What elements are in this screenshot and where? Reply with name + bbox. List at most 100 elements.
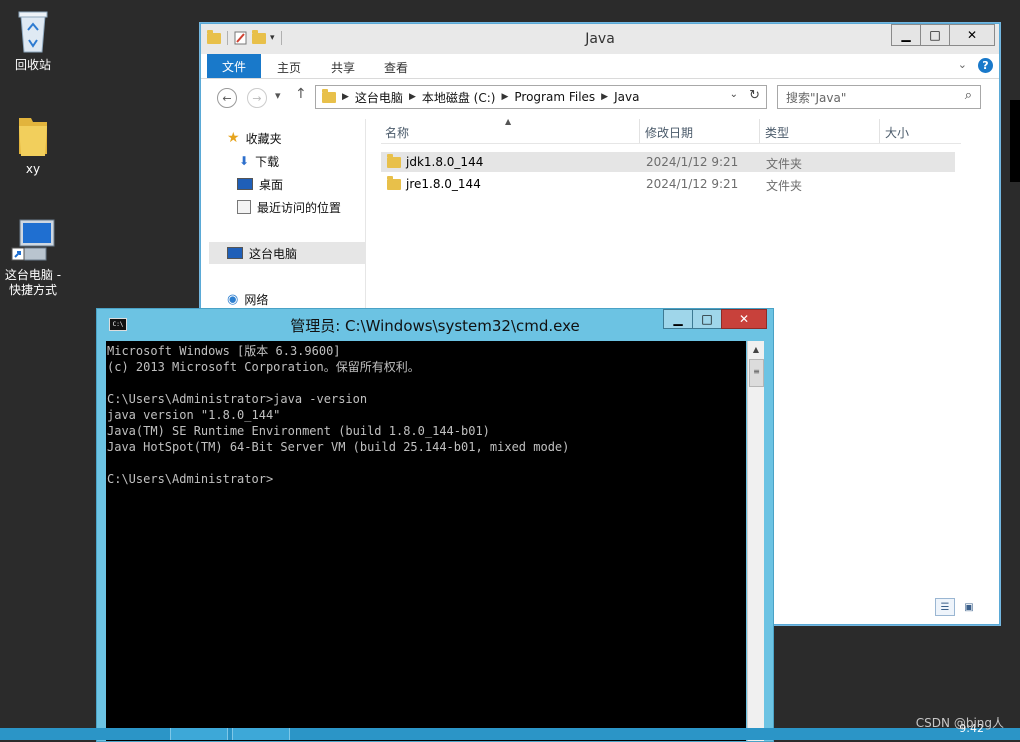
window-controls: ▁ □ ✕	[891, 24, 995, 46]
tab-share[interactable]: 共享	[331, 59, 355, 76]
desktop-icon-label: 这台电脑 - 快捷方式	[4, 268, 62, 297]
column-header-type[interactable]: 类型	[765, 124, 789, 141]
nav-item-label: 下载	[255, 154, 280, 169]
nav-item-network[interactable]: ◉ 网络	[227, 288, 268, 310]
refresh-icon[interactable]: ↻	[749, 88, 760, 103]
desktop-icon-label: xy	[25, 162, 41, 176]
nav-item-label: 收藏夹	[245, 131, 282, 146]
file-row[interactable]: jre1.8.0_144 2024/1/12 9:21 文件夹	[381, 174, 955, 194]
expand-ribbon-icon[interactable]: ⌄	[958, 58, 967, 71]
console-scrollbar[interactable]: ▲ ≡	[747, 341, 764, 741]
file-name: jdk1.8.0_144	[406, 155, 484, 169]
file-name: jre1.8.0_144	[406, 177, 481, 191]
nav-item-label: 桌面	[259, 177, 284, 192]
breadcrumb-this-pc[interactable]: 这台电脑	[355, 89, 403, 106]
console-line: C:\Users\Administrator>java -version	[107, 392, 368, 406]
desktop-icon-this-pc-shortcut[interactable]: 这台电脑 - 快捷方式	[0, 218, 68, 298]
explorer-titlebar[interactable]: ▾ Java ▁ □ ✕	[201, 24, 999, 54]
nav-item-favorites[interactable]: ★ 收藏夹	[227, 127, 282, 149]
ribbon-tabs: 文件 主页 共享 查看 ⌄ ?	[201, 54, 999, 79]
start-button[interactable]	[56, 728, 74, 740]
forward-button[interactable]: →	[247, 88, 267, 108]
maximize-button[interactable]: □	[920, 24, 950, 46]
arrow-right-icon: →	[252, 91, 262, 105]
console-output[interactable]: Microsoft Windows [版本 6.3.9600] (c) 2013…	[106, 341, 746, 741]
console-line: java version "1.8.0_144"	[107, 408, 281, 422]
folder-icon	[322, 88, 336, 103]
taskbar-explorer[interactable]	[170, 728, 228, 740]
back-button[interactable]: ←	[217, 88, 237, 108]
folder-icon	[387, 176, 401, 190]
tab-view[interactable]: 查看	[384, 59, 408, 76]
tab-file[interactable]: 文件	[207, 54, 261, 78]
details-view-icon[interactable]: ☰	[935, 598, 955, 616]
scroll-up-icon[interactable]: ▲	[748, 341, 764, 357]
column-header-size[interactable]: 大小	[885, 124, 909, 141]
taskbar: 9:42	[0, 722, 1020, 740]
recent-places-icon	[237, 200, 251, 214]
column-divider[interactable]	[879, 119, 880, 143]
minimize-icon: ▁	[673, 312, 683, 326]
view-mode-buttons: ☰ ▣	[935, 598, 979, 616]
breadcrumb-separator-icon[interactable]: ▶	[342, 92, 349, 102]
window-title: Java	[585, 31, 615, 47]
address-dropdown-icon[interactable]: ⌄	[730, 89, 738, 100]
watermark: CSDN @bing人	[915, 716, 1004, 730]
close-button[interactable]: ✕	[721, 309, 767, 329]
recent-locations-icon[interactable]: ▾	[275, 89, 281, 102]
nav-item-recent[interactable]: 最近访问的位置	[237, 196, 341, 218]
maximize-icon: □	[929, 28, 941, 42]
column-divider[interactable]	[639, 119, 640, 143]
file-row[interactable]: jdk1.8.0_144 2024/1/12 9:21 文件夹	[381, 152, 955, 172]
close-icon: ✕	[966, 28, 978, 42]
breadcrumb-java[interactable]: Java	[614, 90, 639, 104]
tab-home[interactable]: 主页	[277, 59, 301, 76]
maximize-icon: □	[701, 312, 713, 326]
console-line: Java HotSpot(TM) 64-Bit Server VM (build…	[107, 440, 570, 454]
maximize-button[interactable]: □	[692, 309, 722, 329]
search-placeholder: 搜索"Java"	[786, 90, 847, 105]
file-date: 2024/1/12 9:21	[646, 177, 739, 191]
up-button[interactable]: ↑	[295, 86, 307, 102]
sort-ascending-icon: ▲	[505, 117, 512, 126]
file-date: 2024/1/12 9:21	[646, 155, 739, 169]
recycle-bin-icon	[18, 11, 48, 53]
breadcrumb-separator-icon[interactable]: ▶	[501, 92, 508, 102]
search-icon[interactable]: ⌕	[965, 88, 972, 103]
file-type: 文件夹	[766, 179, 803, 193]
desktop-icon-xy-folder[interactable]: xy	[0, 112, 68, 177]
cmd-titlebar[interactable]: C:\ 管理员: C:\Windows\system32\cmd.exe ▁ □…	[97, 309, 773, 339]
minimize-button[interactable]: ▁	[663, 309, 693, 329]
scrollbar-thumb[interactable]: ≡	[749, 359, 764, 387]
desktop-icon	[237, 178, 253, 190]
close-button[interactable]: ✕	[949, 24, 995, 46]
large-icons-view-icon[interactable]: ▣	[959, 598, 979, 616]
console-line: Java(TM) SE Runtime Environment (build 1…	[107, 424, 490, 438]
console-line: (c) 2013 Microsoft Corporation。保留所有权利。	[107, 360, 420, 374]
console-prompt[interactable]: C:\Users\Administrator>	[107, 471, 746, 487]
file-list: ▲ 名称 修改日期 类型 大小 jdk1.8.0_144 2024/1/12 9…	[381, 117, 961, 193]
breadcrumb-program-files[interactable]: Program Files	[514, 90, 595, 104]
nav-item-label: 网络	[244, 292, 269, 307]
minimize-button[interactable]: ▁	[891, 24, 921, 46]
help-icon[interactable]: ?	[978, 58, 993, 73]
nav-item-this-pc[interactable]: 这台电脑	[209, 242, 365, 264]
breadcrumb-separator-icon[interactable]: ▶	[409, 92, 416, 102]
column-header-name[interactable]: 名称	[385, 124, 409, 141]
desktop-icon-recycle-bin[interactable]: 回收站	[0, 8, 68, 73]
nav-item-downloads[interactable]: ⬇ 下载	[239, 150, 279, 172]
taskbar-cmd[interactable]	[232, 728, 290, 740]
nav-item-desktop[interactable]: 桌面	[237, 173, 283, 195]
folder-icon	[387, 154, 401, 168]
breadcrumb-local-disk[interactable]: 本地磁盘 (C:)	[422, 89, 496, 106]
search-box[interactable]: 搜索"Java" ⌕	[777, 85, 981, 109]
address-bar[interactable]: ▶ 这台电脑 ▶ 本地磁盘 (C:) ▶ Program Files ▶ Jav…	[315, 85, 767, 109]
downloads-icon: ⬇	[239, 154, 250, 168]
breadcrumb-separator-icon[interactable]: ▶	[601, 92, 608, 102]
column-divider[interactable]	[759, 119, 760, 143]
computer-icon	[227, 247, 243, 259]
column-header-date[interactable]: 修改日期	[645, 124, 693, 141]
cmd-window[interactable]: C:\ 管理员: C:\Windows\system32\cmd.exe ▁ □…	[96, 308, 774, 742]
